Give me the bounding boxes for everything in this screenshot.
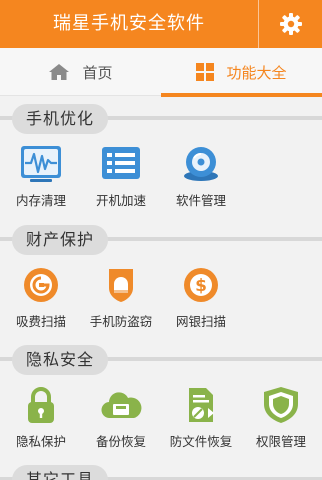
fee-scan-icon [24, 268, 58, 302]
section-title: 手机优化 [12, 104, 109, 134]
section-header-property: 财产保护 [0, 225, 322, 255]
bank-scan-button[interactable]: $ 网银扫描 [170, 266, 232, 330]
cloud-backup-icon [101, 392, 142, 419]
section-header-tools: 其它工具 [0, 465, 322, 480]
title-bar: 瑞星手机安全软件 [0, 0, 322, 48]
memory-icon [21, 146, 61, 182]
tab-bar: 首页 功能大全 [0, 48, 322, 96]
tab-active-indicator [161, 93, 322, 97]
anti-theft-button[interactable]: 手机防盗窃 [84, 266, 158, 330]
tab-home[interactable]: 首页 [0, 48, 161, 96]
section-header-optimize: 手机优化 [0, 104, 322, 134]
settings-button[interactable] [259, 0, 322, 48]
item-label: 手机防盗窃 [89, 314, 153, 329]
permission-shield-icon [264, 387, 298, 423]
software-manager-icon [184, 147, 218, 181]
item-label: 防文件恢复 [169, 434, 233, 449]
section-header-privacy: 隐私安全 [0, 345, 322, 375]
anti-theft-icon [109, 269, 133, 302]
bank-scan-icon: $ [184, 268, 218, 302]
section-title: 隐私安全 [12, 345, 109, 375]
item-label: 隐私保护 [15, 434, 66, 449]
grid-icon [196, 63, 215, 81]
boot-speed-button[interactable]: 开机加速 [90, 145, 152, 209]
item-label: 软件管理 [175, 193, 226, 208]
backup-restore-button[interactable]: 备份恢复 [90, 386, 152, 450]
file-shred-icon [189, 388, 214, 422]
home-icon [48, 63, 70, 81]
permission-manage-button[interactable]: 权限管理 [250, 386, 312, 450]
item-label: 吸费扫描 [15, 314, 66, 329]
lock-icon [28, 387, 54, 423]
item-label: 内存清理 [15, 193, 66, 208]
privacy-protect-button[interactable]: 隐私保护 [10, 386, 72, 450]
section-title: 其它工具 [12, 465, 109, 480]
fee-scan-button[interactable]: 吸费扫描 [10, 266, 72, 330]
memory-clean-button[interactable]: 内存清理 [10, 145, 72, 209]
item-label: 开机加速 [95, 193, 146, 208]
section-title: 财产保护 [12, 225, 109, 255]
svg-text:$: $ [195, 276, 207, 296]
boot-speed-icon [102, 147, 140, 179]
gear-icon [279, 13, 302, 35]
tab-features-label: 功能大全 [226, 63, 287, 82]
anti-file-recovery-button[interactable]: 防文件恢复 [164, 386, 238, 450]
software-manager-button[interactable]: 软件管理 [170, 145, 232, 209]
tab-home-label: 首页 [82, 63, 113, 82]
app-title: 瑞星手机安全软件 [53, 13, 205, 34]
item-label: 权限管理 [255, 434, 306, 449]
item-label: 备份恢复 [95, 434, 146, 449]
item-label: 网银扫描 [175, 314, 226, 329]
tab-features[interactable]: 功能大全 [161, 48, 322, 96]
